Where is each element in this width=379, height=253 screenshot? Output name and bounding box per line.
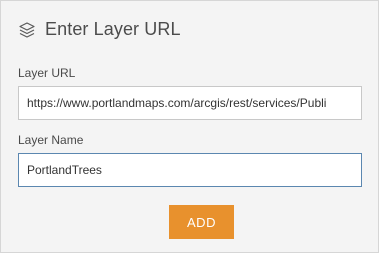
layer-url-value: https://www.portlandmaps.com/arcgis/rest… (27, 96, 327, 110)
layers-icon (18, 21, 36, 39)
layer-name-label: Layer Name (18, 133, 84, 147)
panel-title: Enter Layer URL (45, 19, 181, 39)
text-caret (28, 186, 29, 187)
add-button[interactable]: ADD (169, 205, 234, 239)
panel-header: Enter Layer URL (18, 19, 181, 40)
layer-name-input[interactable]: PortlandTrees (18, 153, 362, 187)
layer-name-value: PortlandTrees (27, 163, 102, 177)
layer-url-input[interactable]: https://www.portlandmaps.com/arcgis/rest… (18, 86, 362, 120)
layer-name-text: PortlandTrees (27, 154, 353, 187)
layer-url-label: Layer URL (18, 66, 76, 80)
enter-layer-url-panel: Enter Layer URL Layer URL https://www.po… (0, 0, 379, 253)
